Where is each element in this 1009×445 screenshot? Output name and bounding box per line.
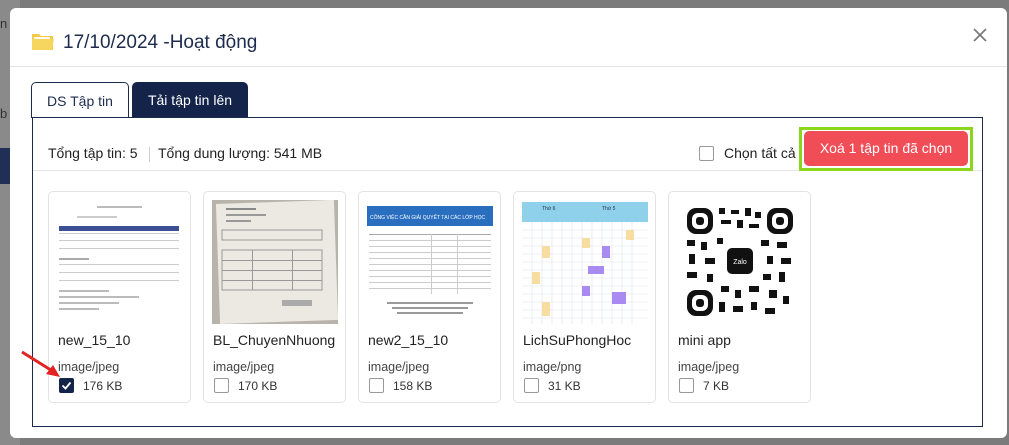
qr-center-label: Zalo [733, 259, 747, 266]
file-type: image/jpeg [368, 360, 430, 374]
select-all-box[interactable] [699, 145, 714, 161]
schedule-day-label: Thứ 5 [602, 206, 616, 212]
file-name: mini app [678, 332, 731, 348]
toolbar-divider [149, 147, 150, 162]
background-block [0, 148, 10, 184]
file-thumbnail-document: CÔNG VIỆC CẦN GIẢI QUYẾT TẠI CÁC LỚP HỌC [367, 200, 493, 324]
select-all-label: Chọn tất cả [724, 145, 796, 161]
folder-icon [32, 34, 54, 50]
file-name: LichSuPhongHoc [523, 332, 632, 348]
file-type: image/jpeg [58, 360, 120, 374]
file-select-checkbox[interactable] [59, 378, 74, 393]
thumbnail-heading: CÔNG VIỆC CẦN GIẢI QUYẾT TẠI CÁC LỚP HỌC [370, 213, 486, 221]
file-select-checkbox[interactable] [214, 378, 229, 393]
file-size: 170 KB [238, 379, 278, 393]
file-size: 176 KB [83, 379, 123, 393]
total-storage-size: Tổng dung lượng: 541 MB [158, 145, 323, 161]
red-pointer-arrow-icon [21, 350, 60, 377]
file-type: image/png [523, 360, 582, 374]
file-size: 158 KB [393, 379, 433, 393]
file-thumbnail-qr-code: Zalo [677, 200, 803, 324]
file-dialog: 17/10/2024 -Hoạt động DS Tập tin Tải tập… [10, 8, 1007, 438]
file-card[interactable]: Zalo mini app image/jpeg 7 KB [668, 191, 811, 403]
file-card[interactable]: Thứ 6 Thứ 5 LichSuPhongHoc image/png 31 … [513, 191, 656, 403]
background-text-fragment: b [0, 106, 8, 121]
file-thumbnail-document [57, 200, 183, 324]
file-type: image/jpeg [213, 360, 275, 374]
file-name: BL_ChuyenNhuong [213, 332, 336, 348]
schedule-day-label: Thứ 6 [542, 206, 556, 212]
file-name: new_15_10 [58, 332, 131, 348]
file-select-checkbox[interactable] [369, 378, 384, 393]
select-all-checkbox[interactable]: Chọn tất cả [699, 145, 796, 161]
file-list-panel: Tổng tập tin: 5 Tổng dung lượng: 541 MB … [32, 117, 983, 427]
tab-upload-files[interactable]: Tải tập tin lên [132, 82, 248, 118]
background-text-fragment: n [0, 16, 8, 31]
file-thumbnail-schedule: Thứ 6 Thứ 5 [522, 200, 648, 324]
file-thumbnail-photo [212, 200, 338, 324]
file-size: 31 KB [548, 379, 581, 393]
file-card[interactable]: CÔNG VIỆC CẦN GIẢI QUYẾT TẠI CÁC LỚP HỌC… [358, 191, 501, 403]
file-size: 7 KB [703, 379, 730, 393]
file-card[interactable]: BL_ChuyenNhuong image/jpeg 170 KB [203, 191, 346, 403]
checkmark-icon [61, 381, 72, 390]
file-type: image/jpeg [678, 360, 740, 374]
file-name: new2_15_10 [368, 332, 449, 348]
dialog-header: 17/10/2024 -Hoạt động [10, 8, 1007, 67]
file-card[interactable]: new_15_10 image/jpeg 176 KB [48, 191, 191, 403]
file-select-checkbox[interactable] [524, 378, 539, 393]
total-files-count: Tổng tập tin: 5 [48, 145, 138, 161]
dialog-title: 17/10/2024 -Hoạt động [63, 32, 258, 53]
file-select-checkbox[interactable] [679, 378, 694, 393]
delete-selected-button[interactable]: Xoá 1 tập tin đã chọn [804, 131, 968, 166]
tab-file-list[interactable]: DS Tập tin [31, 82, 129, 118]
file-toolbar: Tổng tập tin: 5 Tổng dung lượng: 541 MB … [33, 118, 982, 171]
close-icon[interactable] [969, 24, 991, 46]
